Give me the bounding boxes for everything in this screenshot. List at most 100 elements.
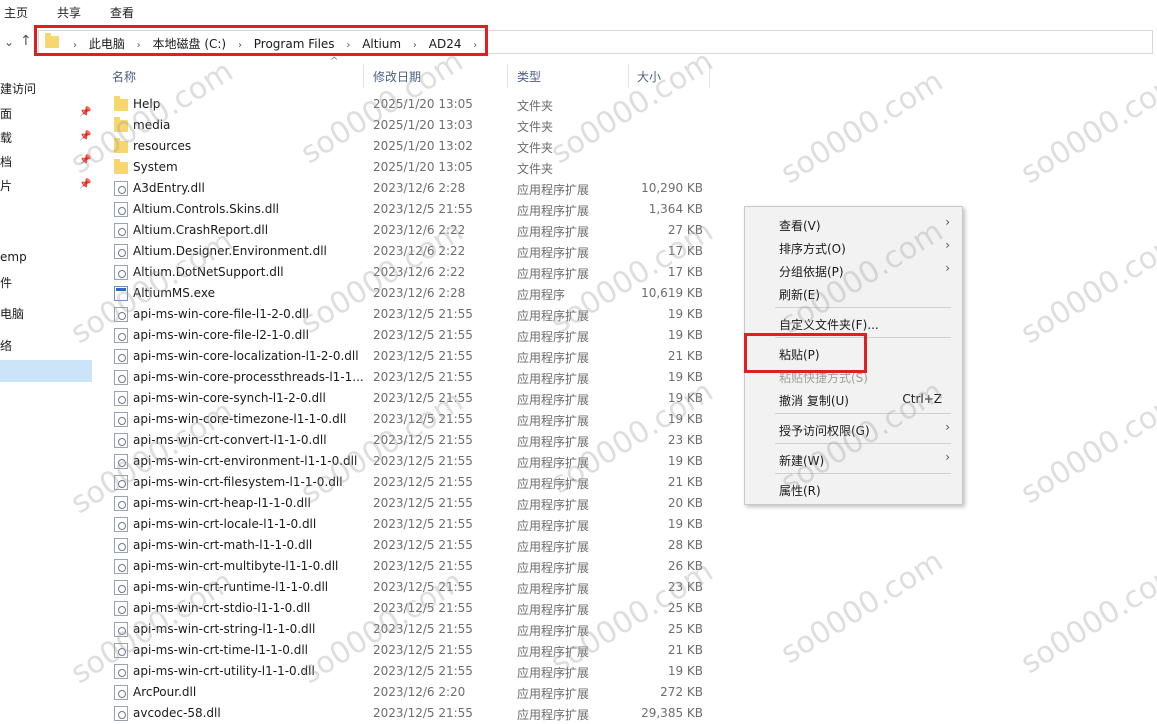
file-date: 2023/12/5 21:55 bbox=[373, 580, 473, 594]
file-row[interactable]: api-ms-win-core-localization-l1-2-0.dll 2… bbox=[100, 346, 720, 367]
nav-item-temp[interactable]: emp bbox=[0, 250, 27, 264]
file-date: 2023/12/5 21:55 bbox=[373, 538, 473, 552]
file-type: 应用程序扩展 bbox=[517, 540, 590, 554]
tab-view[interactable]: 查看 bbox=[110, 4, 134, 21]
chevron-right-icon[interactable]: › bbox=[473, 40, 477, 51]
nav-item-this-pc[interactable]: 电脑 bbox=[0, 305, 24, 322]
tab-home[interactable]: 主页 bbox=[4, 4, 28, 21]
file-row[interactable]: Altium.DotNetSupport.dll 2023/12/6 2:22 应用… bbox=[100, 262, 720, 283]
chevron-right-icon[interactable]: › bbox=[238, 40, 242, 51]
menu-item-sort[interactable]: 排序方式(O) › bbox=[745, 236, 962, 258]
file-row[interactable]: media 2025/1/20 13:03 文件夹 bbox=[100, 115, 720, 136]
chevron-right-icon[interactable]: › bbox=[73, 40, 77, 51]
breadcrumb-local-disk[interactable]: 本地磁盘 (C:) bbox=[153, 37, 227, 51]
file-row[interactable]: api-ms-win-crt-filesystem-l1-1-0.dll 2023… bbox=[100, 472, 720, 493]
file-name: resources bbox=[133, 139, 192, 153]
dll-file-icon bbox=[114, 223, 128, 238]
dll-file-icon bbox=[114, 181, 128, 196]
file-row[interactable]: api-ms-win-crt-runtime-l1-1-0.dll 2023/12… bbox=[100, 577, 720, 598]
file-row[interactable]: A3dEntry.dll 2023/12/6 2:28 应用程序扩展 10,290 K… bbox=[100, 178, 720, 199]
file-row[interactable]: api-ms-win-core-processthreads-l1-1... 20… bbox=[100, 367, 720, 388]
file-type: 文件夹 bbox=[517, 99, 554, 113]
file-row[interactable]: api-ms-win-crt-time-l1-1-0.dll 2023/12/5 … bbox=[100, 640, 720, 661]
menu-item-label: 授予访问权限(G) bbox=[779, 424, 870, 438]
menu-item-label: 刷新(E) bbox=[779, 288, 820, 302]
file-row[interactable]: api-ms-win-crt-locale-l1-1-0.dll 2023/12/… bbox=[100, 514, 720, 535]
menu-item-undo-copy[interactable]: 撤消 复制(U) Ctrl+Z bbox=[745, 388, 962, 410]
menu-item-new[interactable]: 新建(W) › bbox=[745, 448, 962, 470]
column-header-type[interactable]: 类型 bbox=[517, 68, 541, 85]
file-date: 2023/12/5 21:55 bbox=[373, 496, 473, 510]
breadcrumb-ad24[interactable]: AD24 bbox=[429, 37, 462, 51]
dll-file-icon bbox=[114, 685, 128, 700]
file-row[interactable]: api-ms-win-crt-convert-l1-1-0.dll 2023/12… bbox=[100, 430, 720, 451]
file-type: 应用程序扩展 bbox=[517, 246, 590, 260]
file-row[interactable]: Altium.Designer.Environment.dll 2023/12/6… bbox=[100, 241, 720, 262]
file-row[interactable]: api-ms-win-crt-multibyte-l1-1-0.dll 2023/… bbox=[100, 556, 720, 577]
file-row[interactable]: resources 2025/1/20 13:02 文件夹 bbox=[100, 136, 720, 157]
column-divider[interactable] bbox=[363, 64, 364, 88]
nav-item-desktop[interactable]: 面 bbox=[0, 105, 12, 122]
folder-icon bbox=[114, 138, 128, 153]
file-row[interactable]: Altium.Controls.Skins.dll 2023/12/5 21:55… bbox=[100, 199, 720, 220]
context-menu: 查看(V) › 排序方式(O) › 分组依据(P) › 刷新(E) 自定义文件夹… bbox=[744, 206, 963, 505]
menu-item-group[interactable]: 分组依据(P) › bbox=[745, 259, 962, 281]
file-date: 2023/12/5 21:55 bbox=[373, 601, 473, 615]
file-row[interactable]: api-ms-win-core-file-l2-1-0.dll 2023/12/5… bbox=[100, 325, 720, 346]
menu-item-properties[interactable]: 属性(R) bbox=[745, 478, 962, 500]
file-row[interactable]: Help 2025/1/20 13:05 文件夹 bbox=[100, 94, 720, 115]
nav-item-quick-access[interactable]: 建访问 bbox=[0, 80, 36, 97]
breadcrumb-program-files[interactable]: Program Files bbox=[254, 37, 335, 51]
file-row[interactable]: api-ms-win-crt-environment-l1-1-0.dll 202… bbox=[100, 451, 720, 472]
menu-item-paste[interactable]: 粘贴(P) bbox=[745, 342, 962, 364]
file-row[interactable]: AltiumMS.exe 2023/12/6 2:28 应用程序 10,619 KB bbox=[100, 283, 720, 304]
file-row[interactable]: System 2025/1/20 13:05 文件夹 bbox=[100, 157, 720, 178]
column-header-name[interactable]: 名称 bbox=[112, 68, 136, 85]
chevron-right-icon[interactable]: › bbox=[346, 40, 350, 51]
file-name: Altium.DotNetSupport.dll bbox=[133, 265, 284, 279]
file-size: 21 KB bbox=[667, 349, 703, 363]
file-size: 27 KB bbox=[667, 223, 703, 237]
nav-item-files[interactable]: 件 bbox=[0, 274, 12, 291]
chevron-right-icon[interactable]: › bbox=[413, 40, 417, 51]
menu-item-grant-access[interactable]: 授予访问权限(G) › bbox=[745, 418, 962, 440]
chevron-right-icon[interactable]: › bbox=[137, 40, 141, 51]
nav-item-downloads[interactable]: 载 bbox=[0, 129, 12, 146]
up-arrow-icon[interactable]: ↑ bbox=[20, 33, 32, 49]
file-row[interactable]: api-ms-win-core-file-l1-2-0.dll 2023/12/5… bbox=[100, 304, 720, 325]
menu-item-refresh[interactable]: 刷新(E) bbox=[745, 282, 962, 304]
nav-item-network[interactable]: 络 bbox=[0, 337, 12, 354]
nav-item-pictures[interactable]: 片 bbox=[0, 177, 12, 194]
file-row[interactable]: api-ms-win-crt-utility-l1-1-0.dll 2023/12… bbox=[100, 661, 720, 682]
file-row[interactable]: api-ms-win-core-synch-l1-2-0.dll 2023/12/… bbox=[100, 388, 720, 409]
tab-share[interactable]: 共享 bbox=[57, 4, 81, 21]
recent-locations-chevron-icon[interactable]: ⌄ bbox=[4, 35, 14, 49]
menu-item-customize-folder[interactable]: 自定义文件夹(F)... bbox=[745, 312, 962, 334]
address-bar[interactable]: › 此电脑 › 本地磁盘 (C:) › Program Files › Alti… bbox=[38, 30, 1153, 54]
column-divider[interactable] bbox=[709, 64, 710, 88]
dll-file-icon bbox=[114, 643, 128, 658]
column-header-row: ^ 名称 修改日期 类型 大小 bbox=[100, 56, 710, 88]
file-row[interactable]: api-ms-win-core-timezone-l1-1-0.dll 2023/… bbox=[100, 409, 720, 430]
dll-file-icon bbox=[114, 475, 128, 490]
menu-item-label: 撤消 复制(U) bbox=[779, 394, 849, 408]
menu-item-view[interactable]: 查看(V) › bbox=[745, 213, 962, 235]
file-row[interactable]: api-ms-win-crt-string-l1-1-0.dll 2023/12/… bbox=[100, 619, 720, 640]
file-row[interactable]: avcodec-58.dll 2023/12/5 21:55 应用程序扩展 29,38… bbox=[100, 703, 720, 724]
column-divider[interactable] bbox=[628, 64, 629, 88]
file-row[interactable]: Altium.CrashReport.dll 2023/12/6 2:22 应用程序… bbox=[100, 220, 720, 241]
breadcrumb-this-pc[interactable]: 此电脑 bbox=[89, 37, 125, 51]
file-size: 21 KB bbox=[667, 475, 703, 489]
file-row[interactable]: ArcPour.dll 2023/12/6 2:20 应用程序扩展 272 KB bbox=[100, 682, 720, 703]
nav-item-documents[interactable]: 档 bbox=[0, 153, 12, 170]
column-header-date[interactable]: 修改日期 bbox=[373, 68, 421, 85]
column-divider[interactable] bbox=[507, 64, 508, 88]
file-row[interactable]: api-ms-win-crt-stdio-l1-1-0.dll 2023/12/5… bbox=[100, 598, 720, 619]
file-name: api-ms-win-core-synch-l1-2-0.dll bbox=[133, 391, 326, 405]
breadcrumb-altium[interactable]: Altium bbox=[362, 37, 401, 51]
file-row[interactable]: api-ms-win-crt-heap-l1-1-0.dll 2023/12/5 … bbox=[100, 493, 720, 514]
column-header-size[interactable]: 大小 bbox=[637, 68, 661, 85]
nav-selected-highlight bbox=[0, 360, 92, 382]
file-row[interactable]: api-ms-win-crt-math-l1-1-0.dll 2023/12/5 … bbox=[100, 535, 720, 556]
file-name: api-ms-win-crt-runtime-l1-1-0.dll bbox=[133, 580, 329, 594]
